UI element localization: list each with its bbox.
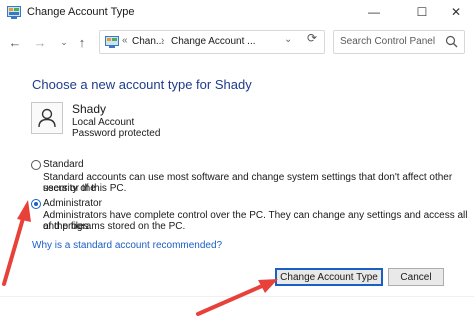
why-standard-link[interactable]: Why is a standard account recommended? <box>32 240 222 251</box>
cancel-button[interactable]: Cancel <box>388 268 444 286</box>
minimize-button[interactable]: — <box>356 0 392 24</box>
address-bar[interactable]: « Chan... › Change Account ... ⌄ <box>99 30 325 54</box>
account-password-status: Password protected <box>72 128 161 139</box>
breadcrumb-item-current[interactable]: Change Account ... <box>171 36 256 47</box>
avatar <box>31 102 63 134</box>
address-dropdown-icon[interactable]: ⌄ <box>284 34 292 45</box>
refresh-icon[interactable]: ⟳ <box>304 30 320 46</box>
breadcrumb-item[interactable]: Chan... <box>132 36 164 47</box>
change-account-type-button[interactable]: Change Account Type <box>275 268 383 286</box>
search-icon <box>445 35 458 48</box>
annotation-arrow-icon <box>2 200 31 286</box>
account-name: Shady <box>72 102 107 116</box>
page-title: Choose a new account type for Shady <box>32 77 252 92</box>
up-arrow-icon[interactable]: ↑ <box>74 34 90 50</box>
breadcrumb-overflow-icon[interactable]: « <box>122 35 128 46</box>
navigation-bar: ← → ⌄ ↑ « Chan... › Change Account ... ⌄… <box>0 26 474 58</box>
window-title: Change Account Type <box>27 6 135 18</box>
recent-locations-chevron-icon[interactable]: ⌄ <box>56 34 72 50</box>
maximize-button[interactable]: ☐ <box>404 0 440 24</box>
search-input[interactable]: Search Control Panel <box>333 30 465 54</box>
standard-label[interactable]: Standard <box>43 159 84 170</box>
back-arrow-icon[interactable]: ← <box>7 34 23 50</box>
control-panel-icon <box>105 36 119 48</box>
close-button[interactable]: ✕ <box>438 0 474 24</box>
search-placeholder: Search Control Panel <box>340 36 436 47</box>
forward-arrow-icon[interactable]: → <box>32 34 48 50</box>
standard-radio[interactable] <box>31 160 41 170</box>
divider <box>0 296 474 297</box>
breadcrumb-separator-icon: › <box>161 35 165 46</box>
control-panel-icon <box>7 6 21 19</box>
administrator-radio[interactable] <box>31 199 41 209</box>
administrator-description-line: and programs stored on the PC. <box>43 221 186 232</box>
administrator-label[interactable]: Administrator <box>43 198 102 209</box>
user-icon <box>38 108 56 128</box>
standard-description-line: security of this PC. <box>43 183 127 194</box>
title-bar: Change Account Type — ☐ ✕ <box>0 0 474 26</box>
account-type: Local Account <box>72 117 135 128</box>
